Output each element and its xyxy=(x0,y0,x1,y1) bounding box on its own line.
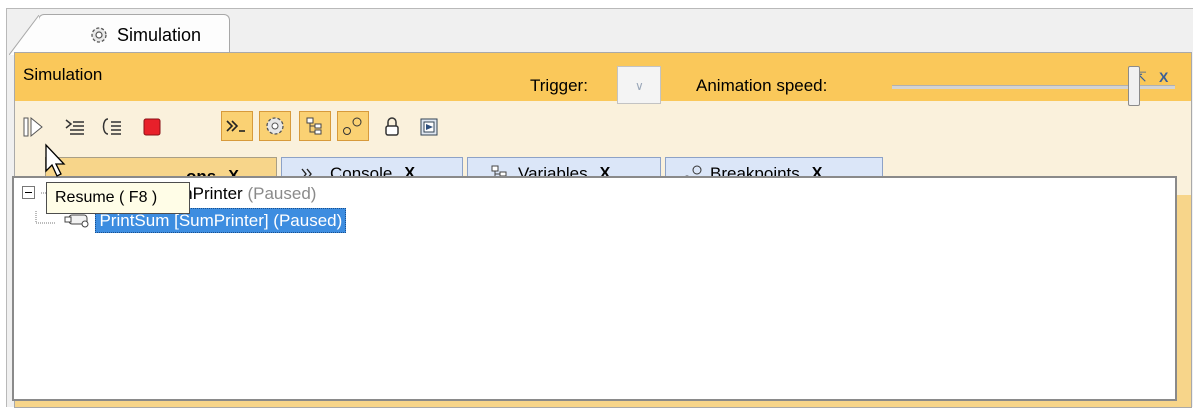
console-icon xyxy=(226,120,245,132)
panel-title: Simulation xyxy=(23,65,103,84)
simulation-document-tab[interactable]: Simulation xyxy=(9,14,230,55)
chevron-down-icon: ∨ xyxy=(635,79,644,93)
simulation-gear-icon xyxy=(91,27,107,43)
tab-slant-shape xyxy=(9,14,39,55)
tree-root-status: (Paused) xyxy=(247,184,317,203)
animation-speed-slider-thumb[interactable] xyxy=(1127,66,1140,106)
trigger-label: Trigger: xyxy=(530,76,588,95)
gear-icon xyxy=(266,117,284,135)
doc-tab-label: Simulation xyxy=(117,25,202,45)
export-icon xyxy=(420,118,438,136)
breakpoints-icon xyxy=(343,117,362,135)
export-button[interactable] xyxy=(415,113,445,141)
resume-icon xyxy=(23,116,43,138)
stop-button[interactable] xyxy=(137,113,167,141)
trigger-select[interactable]: ∨ xyxy=(617,66,661,104)
toolbar xyxy=(15,101,1191,151)
step-into-icon xyxy=(65,119,84,135)
lock-button[interactable] xyxy=(377,113,407,141)
step-into-button[interactable] xyxy=(59,113,89,141)
step-over-icon xyxy=(102,118,121,135)
mouse-cursor-icon xyxy=(45,143,66,177)
resume-button[interactable] xyxy=(19,113,49,141)
lock-icon xyxy=(385,117,399,136)
animation-speed-label: Animation speed: xyxy=(696,76,828,95)
console-toggle-button[interactable] xyxy=(221,111,253,141)
sessions-toggle-button[interactable] xyxy=(259,111,291,141)
panel-titlebar: Simulation ⇱ X xyxy=(15,53,1191,101)
variables-toggle-button[interactable] xyxy=(299,111,331,141)
tree-row-child[interactable]: PrintSum [SumPrinter] (Paused) xyxy=(34,208,347,233)
resume-tooltip: Resume ( F8 ) xyxy=(46,182,190,214)
step-over-button[interactable] xyxy=(97,113,127,141)
close-icon[interactable]: X xyxy=(1159,69,1168,85)
breakpoints-toggle-button[interactable] xyxy=(337,111,369,141)
collapse-icon[interactable] xyxy=(22,186,36,200)
variables-icon xyxy=(306,117,322,135)
stop-icon xyxy=(143,118,161,136)
